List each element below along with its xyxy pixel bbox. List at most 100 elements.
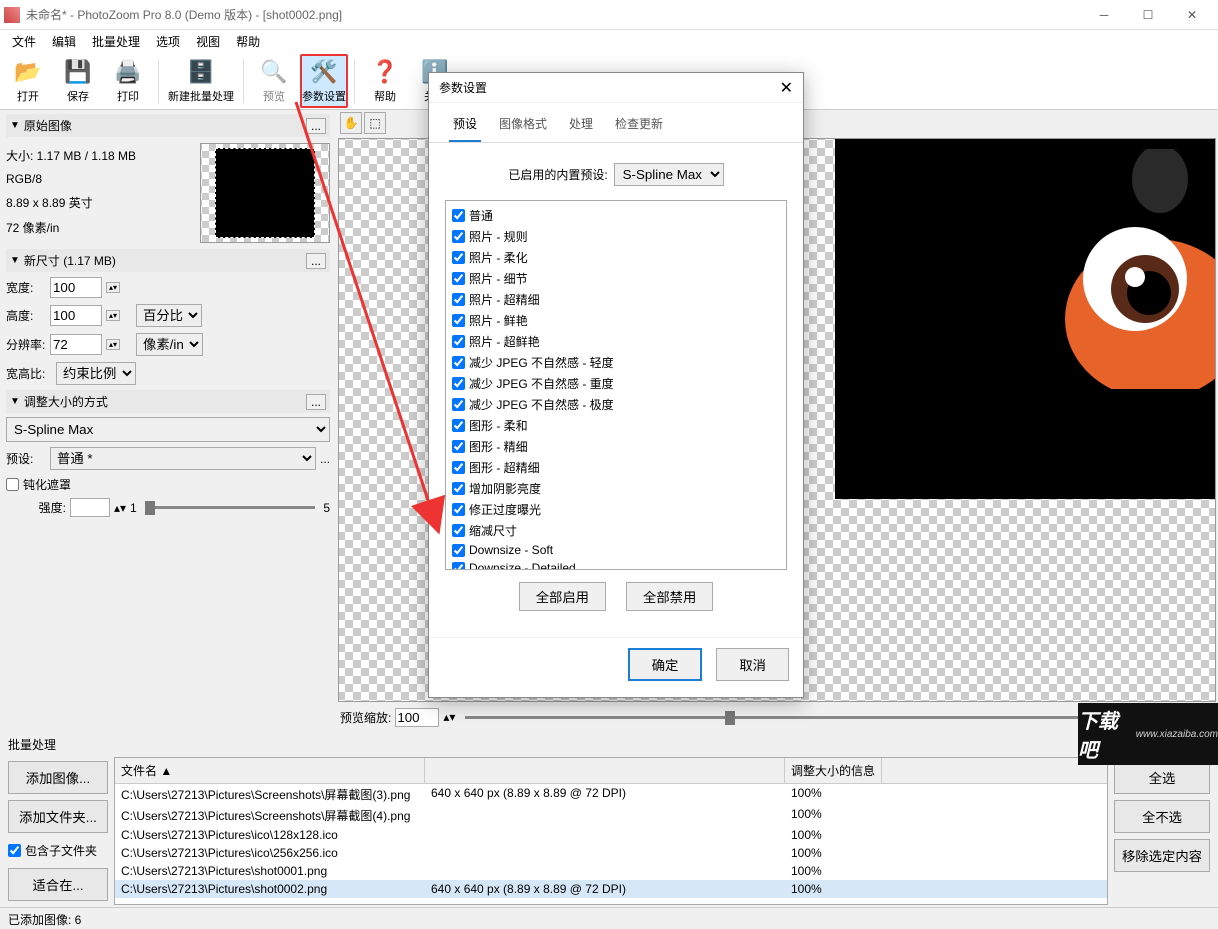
preset-checkbox[interactable] (452, 482, 465, 495)
table-row[interactable]: C:\Users\27213\Pictures\shot0001.png100% (115, 862, 1107, 880)
preset-checkbox[interactable] (452, 272, 465, 285)
save-button[interactable]: 💾保存 (54, 54, 102, 108)
cancel-button[interactable]: 取消 (716, 648, 789, 681)
preset-checkbox[interactable] (452, 356, 465, 369)
preset-checkbox[interactable] (452, 524, 465, 537)
tab-preset[interactable]: 预设 (449, 111, 481, 142)
preset-options-button[interactable]: ... (320, 452, 330, 466)
preset-item[interactable]: 减少 JPEG 不自然感 - 极度 (450, 394, 782, 415)
preset-item[interactable]: 照片 - 规则 (450, 226, 782, 247)
preset-item[interactable]: 减少 JPEG 不自然感 - 轻度 (450, 352, 782, 373)
menu-edit[interactable]: 编辑 (44, 31, 84, 52)
preset-checkbox[interactable] (452, 377, 465, 390)
new-batch-button[interactable]: 🗄️新建批量处理 (165, 54, 237, 108)
width-input[interactable] (50, 277, 102, 298)
table-row[interactable]: C:\Users\27213\Pictures\ico\256x256.ico1… (115, 844, 1107, 862)
preset-item[interactable]: 照片 - 超精细 (450, 289, 782, 310)
include-sub-checkbox[interactable] (8, 844, 21, 857)
preset-checkbox[interactable] (452, 335, 465, 348)
menu-file[interactable]: 文件 (4, 31, 44, 52)
resize-method-header[interactable]: ▼调整大小的方式... (6, 390, 330, 413)
disable-all-button[interactable]: 全部禁用 (626, 582, 713, 611)
original-options-button[interactable]: ... (306, 118, 326, 134)
preset-checkbox[interactable] (452, 562, 465, 571)
preset-item[interactable]: 照片 - 细节 (450, 268, 782, 289)
newsize-header[interactable]: ▼新尺寸 (1.17 MB)... (6, 249, 330, 272)
size-unit-select[interactable]: 百分比 (136, 304, 202, 327)
preset-checkbox[interactable] (452, 314, 465, 327)
height-input[interactable] (50, 305, 102, 326)
intensity-slider[interactable] (145, 506, 316, 509)
preset-checkbox[interactable] (452, 440, 465, 453)
preset-checkbox[interactable] (452, 503, 465, 516)
preset-item[interactable]: 修正过度曝光 (450, 499, 782, 520)
select-none-button[interactable]: 全不选 (1114, 800, 1210, 833)
builtin-preset-select[interactable]: S-Spline Max (614, 163, 724, 186)
aspect-select[interactable]: 约束比例 (56, 362, 136, 385)
resolution-spin[interactable]: ▴▾ (106, 339, 120, 350)
preset-checkbox[interactable] (452, 293, 465, 306)
select-all-button[interactable]: 全选 (1114, 761, 1210, 794)
close-button[interactable]: ✕ (1170, 1, 1214, 29)
intensity-input[interactable] (70, 498, 110, 517)
preset-checkbox[interactable] (452, 461, 465, 474)
hand-tool[interactable]: ✋ (340, 112, 362, 134)
preset-checkbox[interactable] (452, 419, 465, 432)
settings-button[interactable]: 🛠️参数设置 (300, 54, 348, 108)
preset-item[interactable]: 照片 - 柔化 (450, 247, 782, 268)
remove-selected-button[interactable]: 移除选定内容 (1114, 839, 1210, 872)
tab-update[interactable]: 检查更新 (611, 111, 667, 142)
marquee-tool[interactable]: ⬚ (364, 112, 386, 134)
table-row[interactable]: C:\Users\27213\Pictures\Screenshots\屏幕截图… (115, 784, 1107, 805)
preset-item[interactable]: 减少 JPEG 不自然感 - 重度 (450, 373, 782, 394)
thumbnail[interactable] (200, 143, 330, 243)
add-folder-button[interactable]: 添加文件夹... (8, 800, 108, 833)
resolution-input[interactable] (50, 334, 102, 355)
preset-checkbox[interactable] (452, 398, 465, 411)
dialog-close-button[interactable]: ✕ (780, 78, 793, 98)
preset-checkbox[interactable] (452, 230, 465, 243)
minimize-button[interactable]: ─ (1082, 1, 1126, 29)
open-button[interactable]: 📂打开 (4, 54, 52, 108)
enable-all-button[interactable]: 全部启用 (519, 582, 606, 611)
preset-item[interactable]: Downsize - Soft (450, 541, 782, 559)
resolution-unit-select[interactable]: 像素/in (136, 333, 203, 356)
fit-in-button[interactable]: 适合在... (8, 868, 108, 901)
newsize-options-button[interactable]: ... (306, 253, 326, 269)
original-header[interactable]: ▼原始图像... (6, 114, 330, 137)
tab-format[interactable]: 图像格式 (495, 111, 551, 142)
preset-item[interactable]: 图形 - 超精细 (450, 457, 782, 478)
preset-item[interactable]: Downsize - Detailed (450, 559, 782, 570)
height-spin[interactable]: ▴▾ (106, 310, 120, 321)
menu-options[interactable]: 选项 (148, 31, 188, 52)
preset-item[interactable]: 图形 - 柔和 (450, 415, 782, 436)
preset-item[interactable]: 增加阴影亮度 (450, 478, 782, 499)
zoom-input[interactable] (395, 708, 439, 727)
menu-batch[interactable]: 批量处理 (84, 31, 148, 52)
table-row[interactable]: C:\Users\27213\Pictures\shot0002.png640 … (115, 880, 1107, 898)
preset-checkbox[interactable] (452, 251, 465, 264)
maximize-button[interactable]: ☐ (1126, 1, 1170, 29)
table-row[interactable]: C:\Users\27213\Pictures\Screenshots\屏幕截图… (115, 805, 1107, 826)
width-spin[interactable]: ▴▾ (106, 282, 120, 293)
help-button[interactable]: ❓帮助 (361, 54, 409, 108)
ok-button[interactable]: 确定 (628, 648, 703, 681)
preset-select[interactable]: 普通 * (50, 447, 316, 470)
preset-checkbox[interactable] (452, 544, 465, 557)
preset-checkbox[interactable] (452, 209, 465, 222)
preview-button[interactable]: 🔍预览 (250, 54, 298, 108)
preset-item[interactable]: 缩减尺寸 (450, 520, 782, 541)
menu-help[interactable]: 帮助 (228, 31, 268, 52)
tab-process[interactable]: 处理 (565, 111, 597, 142)
preset-item[interactable]: 图形 - 精细 (450, 436, 782, 457)
preset-item[interactable]: 照片 - 鲜艳 (450, 310, 782, 331)
preset-item[interactable]: 普通 (450, 205, 782, 226)
table-row[interactable]: C:\Users\27213\Pictures\ico\128x128.ico1… (115, 826, 1107, 844)
print-button[interactable]: 🖨️打印 (104, 54, 152, 108)
menu-view[interactable]: 视图 (188, 31, 228, 52)
add-image-button[interactable]: 添加图像... (8, 761, 108, 794)
resize-options-button[interactable]: ... (306, 394, 326, 410)
unsharp-checkbox[interactable] (6, 478, 19, 491)
resize-method-select[interactable]: S-Spline Max (6, 417, 330, 442)
preset-item[interactable]: 照片 - 超鲜艳 (450, 331, 782, 352)
